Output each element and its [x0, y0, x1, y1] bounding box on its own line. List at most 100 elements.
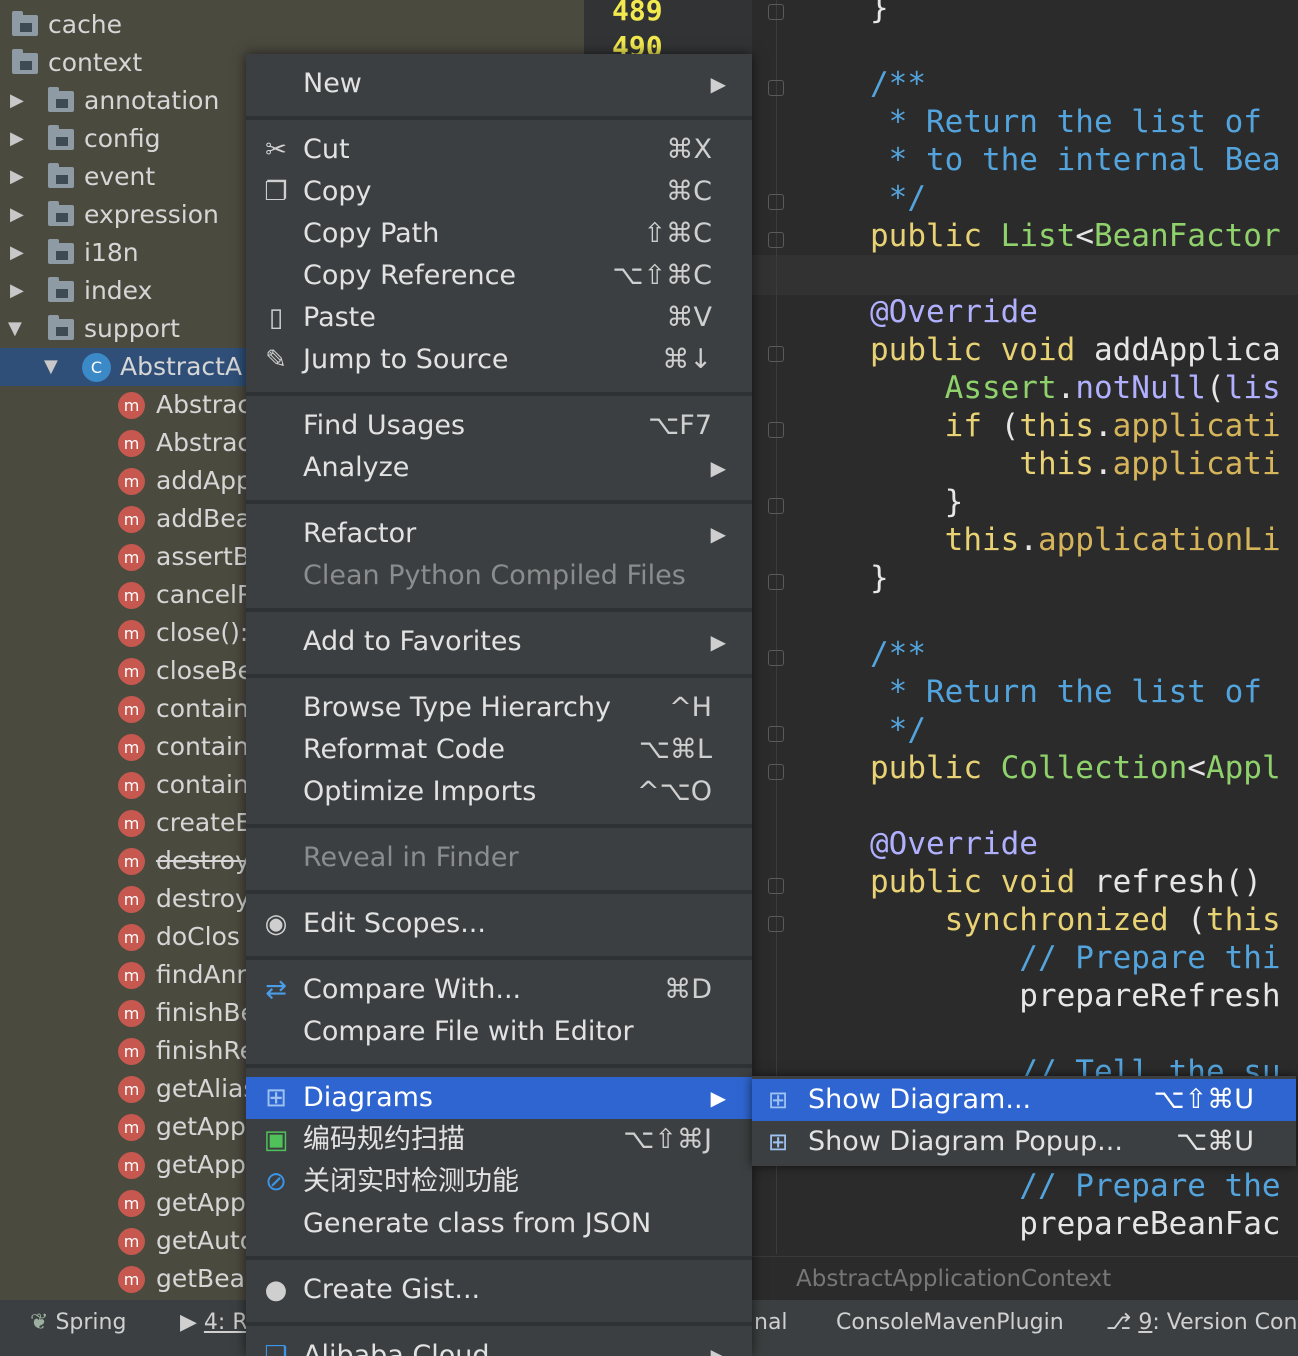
menu-item-compare-file-with-editor[interactable]: Compare File with Editor: [246, 1011, 752, 1053]
menu-item-cut[interactable]: ✂ Cut ⌘X: [246, 129, 752, 171]
method-icon: m: [118, 1266, 145, 1293]
diagram-icon: ⊞: [265, 1083, 287, 1113]
menu-item-reformat-code[interactable]: Reformat Code ⌥⌘L: [246, 729, 752, 771]
expand-arrow-icon[interactable]: ▶: [10, 158, 24, 196]
menu-item-show-diagram[interactable]: ⊞ Show Diagram... ⌥⇧⌘U: [752, 1079, 1296, 1121]
folder-icon: [48, 163, 74, 188]
expand-arrow-icon[interactable]: ▶: [10, 234, 24, 272]
fold-marker-icon[interactable]: [768, 346, 784, 362]
tree-item-cache[interactable]: cache: [0, 6, 584, 44]
diagram-icon: ⊞: [768, 1086, 789, 1114]
fold-marker-icon[interactable]: [768, 4, 784, 20]
play-icon: ▶: [180, 1310, 204, 1335]
fold-marker-icon[interactable]: [768, 498, 784, 514]
breadcrumb[interactable]: AbstractApplicationContext: [752, 1256, 1298, 1300]
fold-marker-icon[interactable]: [768, 916, 784, 932]
compare-arrows-icon: ⇄: [265, 975, 287, 1005]
menu-item-close-realtime-check[interactable]: ⊘ 关闭实时检测功能: [246, 1161, 752, 1203]
menu-item-paste[interactable]: ▯ Paste ⌘V: [246, 297, 752, 339]
folder-icon: [48, 125, 74, 150]
branch-icon: ⎇: [1106, 1310, 1139, 1335]
menu-item-code-scan[interactable]: ▣ 编码规约扫描 ⌥⇧⌘J: [246, 1119, 752, 1161]
menu-item-copy-path[interactable]: Copy Path ⇧⌘C: [246, 213, 752, 255]
prohibited-icon: ⊘: [265, 1167, 287, 1197]
menu-separator: [246, 116, 752, 120]
fold-marker-icon[interactable]: [768, 878, 784, 894]
menu-item-alibaba-cloud[interactable]: ❑ Alibaba Cloud ▶: [246, 1335, 752, 1356]
method-icon: m: [118, 620, 145, 647]
method-icon: m: [118, 1190, 145, 1217]
expand-arrow-icon[interactable]: ▶: [10, 196, 24, 234]
code-line: * Return the list of: [870, 104, 1262, 140]
menu-item-find-usages[interactable]: Find Usages ⌥F7: [246, 405, 752, 447]
submenu-arrow-icon: ▶: [710, 1086, 726, 1110]
terminal-tab[interactable]: nal: [754, 1300, 788, 1346]
code-line: public void refresh(): [870, 864, 1262, 900]
console-maven-plugin-tab[interactable]: ConsoleMavenPlugin: [836, 1300, 1064, 1346]
code-line: }: [870, 560, 889, 596]
fold-marker-icon[interactable]: [768, 726, 784, 742]
menu-separator: [246, 824, 752, 828]
clipboard-icon: ▯: [268, 303, 284, 333]
expand-arrow-icon[interactable]: ▶: [10, 272, 24, 310]
method-icon: m: [118, 658, 145, 685]
method-icon: m: [118, 468, 145, 495]
menu-item-copy[interactable]: ❐ Copy ⌘C: [246, 171, 752, 213]
scissors-icon: ✂: [265, 135, 287, 165]
menu-item-refactor[interactable]: Refactor ▶: [246, 513, 752, 555]
menu-item-copy-reference[interactable]: Copy Reference ⌥⇧⌘C: [246, 255, 752, 297]
fold-marker-icon[interactable]: [768, 764, 784, 780]
fold-marker-icon[interactable]: [768, 422, 784, 438]
menu-item-create-gist[interactable]: ● Create Gist...: [246, 1269, 752, 1311]
code-line: prepareRefresh: [870, 978, 1281, 1014]
code-line: synchronized (this: [944, 902, 1281, 938]
fold-marker-icon[interactable]: [768, 194, 784, 210]
collapse-arrow-icon[interactable]: ▼: [8, 310, 22, 348]
scope-icon: ◉: [264, 909, 288, 939]
code-line: */: [870, 180, 926, 216]
code-line: this.applicationLi: [944, 522, 1281, 558]
menu-item-generate-class-from-json[interactable]: Generate class from JSON: [246, 1203, 752, 1245]
code-line: public List<BeanFactor: [870, 218, 1281, 254]
collapse-arrow-icon[interactable]: ▼: [44, 348, 58, 386]
menu-item-compare-with[interactable]: ⇄ Compare With... ⌘D: [246, 969, 752, 1011]
menu-item-show-diagram-popup[interactable]: ⊞ Show Diagram Popup... ⌥⌘U: [752, 1121, 1296, 1163]
menu-item-new[interactable]: New ▶: [246, 63, 752, 105]
expand-arrow-icon[interactable]: ▶: [10, 120, 24, 158]
code-line: // Prepare the: [870, 1168, 1281, 1204]
menu-item-analyze[interactable]: Analyze ▶: [246, 447, 752, 489]
folder-icon: [12, 11, 38, 36]
folder-icon: [12, 49, 38, 74]
submenu-arrow-icon: ▶: [710, 630, 726, 654]
code-line: }: [870, 0, 889, 26]
submenu-arrow-icon: ▶: [710, 522, 726, 546]
expand-arrow-icon[interactable]: ▶: [10, 82, 24, 120]
menu-item-diagrams[interactable]: ⊞ Diagrams ▶: [246, 1077, 752, 1119]
github-icon: ●: [264, 1275, 288, 1305]
folder-icon: [48, 277, 74, 302]
menu-item-reveal-in-finder: Reveal in Finder: [303, 842, 519, 873]
run-tab[interactable]: ▶ 4: R: [180, 1300, 248, 1346]
fold-marker-icon[interactable]: [768, 80, 784, 96]
current-line-highlight: [752, 255, 1298, 295]
folder-icon: [48, 201, 74, 226]
method-icon: m: [118, 1038, 145, 1065]
menu-item-optimize-imports[interactable]: Optimize Imports ^⌥O: [246, 771, 752, 813]
method-icon: m: [118, 582, 145, 609]
fold-marker-icon[interactable]: [768, 232, 784, 248]
fold-marker-icon[interactable]: [768, 650, 784, 666]
menu-item-edit-scopes[interactable]: ◉ Edit Scopes...: [246, 903, 752, 945]
menu-item-add-to-favorites[interactable]: Add to Favorites ▶: [246, 621, 752, 663]
abstract-class-icon: C: [82, 353, 111, 382]
fold-marker-icon[interactable]: [768, 574, 784, 590]
method-icon: m: [118, 1000, 145, 1027]
method-icon: m: [118, 1114, 145, 1141]
version-control-tab[interactable]: ⎇ 9: Version Contr: [1106, 1300, 1298, 1346]
spring-tab[interactable]: ❦ Spring: [30, 1300, 126, 1346]
method-icon: m: [118, 1076, 145, 1103]
menu-item-browse-type-hierarchy[interactable]: Browse Type Hierarchy ^H: [246, 687, 752, 729]
code-line: // Prepare thi: [870, 940, 1281, 976]
code-line: @Override: [870, 826, 1038, 862]
menu-item-jump-to-source[interactable]: ✎ Jump to Source ⌘↓: [246, 339, 752, 381]
menu-separator: [246, 1322, 752, 1326]
